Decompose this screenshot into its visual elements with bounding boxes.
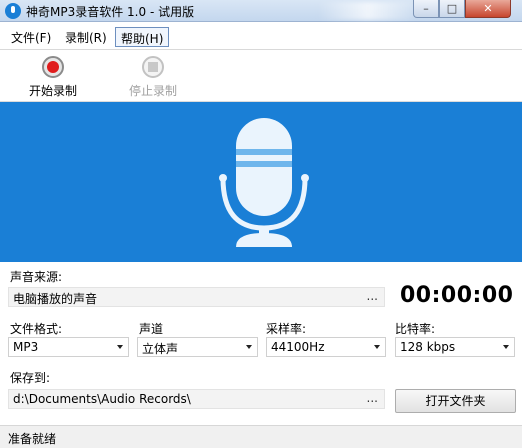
- title-blur: [318, 2, 418, 20]
- minimize-icon: –: [423, 2, 429, 15]
- save-to-label: 保存到:: [10, 371, 51, 385]
- open-folder-button[interactable]: 打开文件夹: [395, 389, 516, 413]
- bitrate-value: 128 kbps: [400, 340, 456, 354]
- start-record-label: 开始录制: [28, 84, 77, 98]
- bitrate-select[interactable]: 128 kbps: [395, 337, 515, 357]
- menu-file[interactable]: 文件(F): [6, 27, 56, 47]
- close-icon: ✕: [483, 2, 493, 15]
- toolbar: 开始录制 停止录制: [0, 50, 522, 102]
- close-button[interactable]: ✕: [465, 0, 511, 18]
- status-text: 准备就绪: [8, 432, 57, 446]
- save-path-field[interactable]: d:\Documents\Audio Records\ ...: [8, 389, 385, 409]
- stop-icon: [142, 56, 164, 78]
- format-value: MP3: [13, 340, 39, 354]
- title-bar: 神奇MP3录音软件 1.0 - 试用版 – □ ✕: [0, 0, 522, 22]
- menu-record[interactable]: 录制(R): [60, 27, 112, 47]
- source-label: 声音来源:: [10, 270, 63, 284]
- stop-record-button[interactable]: 停止录制: [118, 56, 188, 100]
- window-title: 神奇MP3录音软件 1.0 - 试用版: [26, 5, 195, 19]
- channel-value: 立体声: [142, 342, 179, 356]
- start-record-button[interactable]: 开始录制: [18, 56, 88, 100]
- timer-display: 00:00:00: [400, 283, 514, 308]
- format-label: 文件格式:: [10, 322, 63, 336]
- source-browse-button[interactable]: ...: [367, 289, 378, 303]
- chevron-down-icon: [117, 345, 123, 349]
- save-browse-button[interactable]: ...: [367, 391, 378, 405]
- maximize-icon: □: [446, 2, 458, 15]
- maximize-button[interactable]: □: [439, 0, 465, 18]
- channel-label: 声道: [139, 322, 164, 336]
- status-bar: 准备就绪: [0, 425, 522, 448]
- menu-bar: 文件(F) 录制(R) 帮助(H): [0, 23, 522, 50]
- sample-rate-label: 采样率:: [266, 322, 307, 336]
- chevron-down-icon: [246, 345, 252, 349]
- sample-rate-select[interactable]: 44100Hz: [266, 337, 386, 357]
- format-select[interactable]: MP3: [8, 337, 129, 357]
- app-icon: [5, 3, 21, 19]
- save-path-value: d:\Documents\Audio Records\: [13, 392, 191, 406]
- record-icon: [42, 56, 64, 78]
- chevron-down-icon: [503, 345, 509, 349]
- chevron-down-icon: [374, 345, 380, 349]
- stop-record-label: 停止录制: [128, 84, 177, 98]
- channel-select[interactable]: 立体声: [137, 337, 258, 357]
- microphone-banner: [0, 102, 522, 262]
- bitrate-label: 比特率:: [395, 322, 436, 336]
- sample-rate-value: 44100Hz: [271, 340, 325, 354]
- source-value: 电脑播放的声音: [13, 292, 98, 306]
- minimize-button[interactable]: –: [413, 0, 439, 18]
- source-field[interactable]: 电脑播放的声音 ...: [8, 287, 385, 307]
- microphone-icon: [219, 118, 309, 247]
- menu-help[interactable]: 帮助(H): [115, 27, 170, 47]
